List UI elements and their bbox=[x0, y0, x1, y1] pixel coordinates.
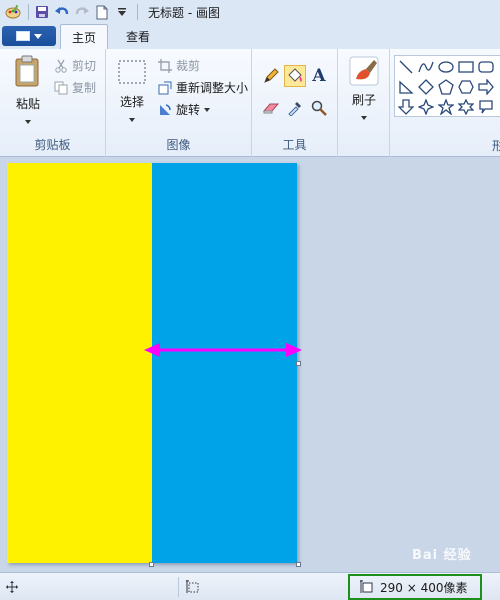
file-menu-button[interactable] bbox=[2, 26, 56, 46]
callout-shape-icon[interactable] bbox=[477, 98, 495, 116]
five-point-star-shape-icon[interactable] bbox=[437, 98, 455, 116]
chevron-down-icon bbox=[361, 116, 367, 120]
status-bar: 290 × 400像素 bbox=[0, 572, 500, 600]
magnifier-tool-button[interactable] bbox=[308, 97, 330, 119]
shapes-gallery bbox=[394, 55, 500, 117]
cut-label: 剪切 bbox=[72, 59, 97, 73]
selection-rectangle-icon bbox=[118, 60, 146, 84]
four-point-star-shape-icon[interactable] bbox=[417, 98, 435, 116]
resize-handle-right[interactable] bbox=[296, 361, 301, 366]
status-separator bbox=[178, 577, 179, 597]
canvas-workspace[interactable] bbox=[0, 157, 500, 572]
eyedropper-icon bbox=[288, 102, 301, 116]
separator bbox=[28, 4, 29, 20]
canvas-size-icon bbox=[360, 580, 373, 593]
copy-icon bbox=[54, 81, 68, 94]
separator bbox=[137, 4, 138, 20]
brushes-group: 刷子 bbox=[338, 49, 390, 157]
paste-button[interactable]: 粘贴 bbox=[10, 55, 46, 124]
eraser-icon bbox=[262, 103, 280, 114]
text-tool-button[interactable]: A bbox=[308, 65, 330, 87]
clipboard-icon bbox=[15, 55, 39, 87]
ribbon: 粘贴 剪切 复制 剪贴板 选择 裁剪 重新调整大小 旋转 图像 A 工具 刷子 … bbox=[0, 49, 500, 157]
crop-icon bbox=[158, 58, 172, 73]
six-point-star-shape-icon[interactable] bbox=[457, 98, 475, 116]
file-menu-icon bbox=[16, 31, 30, 41]
select-label: 选择 bbox=[119, 95, 144, 109]
brushes-button[interactable]: 刷子 bbox=[346, 55, 382, 120]
crop-label: 裁剪 bbox=[176, 59, 201, 73]
diamond-shape-icon[interactable] bbox=[417, 78, 435, 96]
clipboard-group-label: 剪贴板 bbox=[34, 138, 71, 152]
pentagon-shape-icon[interactable] bbox=[437, 78, 455, 96]
drawing-canvas[interactable] bbox=[7, 163, 302, 563]
chevron-down-icon bbox=[204, 107, 211, 112]
rotate-label: 旋转 bbox=[176, 103, 201, 117]
rotate-icon bbox=[160, 103, 171, 115]
down-arrow-shape-icon[interactable] bbox=[397, 98, 415, 116]
fill-tool-button[interactable] bbox=[284, 65, 306, 87]
polygon-shape-icon[interactable] bbox=[397, 78, 415, 96]
undo-icon[interactable] bbox=[53, 3, 71, 21]
rotate-button[interactable]: 旋转 bbox=[158, 101, 211, 118]
tools-group: A 工具 bbox=[252, 49, 338, 157]
hexagon-shape-icon[interactable] bbox=[457, 78, 475, 96]
cut-button[interactable]: 剪切 bbox=[54, 57, 96, 74]
chevron-down-icon bbox=[25, 120, 31, 124]
tools-group-label: 工具 bbox=[282, 138, 307, 152]
canvas-size-cell: 290 × 400像素 bbox=[348, 574, 482, 600]
chevron-down-icon bbox=[34, 33, 42, 39]
blue-region bbox=[152, 163, 297, 563]
copy-button[interactable]: 复制 bbox=[54, 79, 96, 96]
brush-icon bbox=[349, 56, 379, 86]
window-title: 无标题 - 画图 bbox=[148, 5, 220, 20]
resize-button[interactable]: 重新调整大小 bbox=[158, 79, 248, 96]
brushes-label: 刷子 bbox=[351, 93, 376, 107]
shapes-group-label: 形 bbox=[492, 139, 500, 153]
new-document-icon[interactable] bbox=[93, 3, 111, 21]
ribbon-tab-row: 主页 查看 bbox=[0, 24, 500, 49]
canvas-size-text: 290 × 400像素 bbox=[380, 580, 468, 595]
crosshair-icon bbox=[6, 580, 18, 593]
paint-bucket-icon bbox=[288, 68, 302, 82]
save-icon[interactable] bbox=[33, 3, 51, 21]
scissors-icon bbox=[55, 59, 67, 73]
redo-icon[interactable] bbox=[73, 3, 91, 21]
customize-toolbar-icon[interactable] bbox=[113, 3, 131, 21]
eraser-tool-button[interactable] bbox=[260, 97, 282, 119]
pencil-icon bbox=[264, 68, 279, 83]
double-arrow-annotation bbox=[144, 343, 302, 357]
cursor-position-cell bbox=[6, 573, 18, 600]
image-group-label: 图像 bbox=[166, 138, 191, 152]
paint-app-icon[interactable] bbox=[4, 3, 22, 21]
crop-button[interactable]: 裁剪 bbox=[158, 57, 200, 74]
pencil-tool-button[interactable] bbox=[260, 65, 282, 87]
oval-shape-icon[interactable] bbox=[437, 58, 455, 76]
line-shape-icon[interactable] bbox=[397, 58, 415, 76]
clipboard-group: 粘贴 剪切 复制 剪贴板 bbox=[0, 49, 106, 157]
resize-label: 重新调整大小 bbox=[176, 81, 249, 95]
selection-size-cell bbox=[186, 573, 200, 600]
resize-icon bbox=[158, 81, 172, 94]
watermark: Bai 经验 bbox=[412, 548, 472, 563]
right-arrow-shape-icon[interactable] bbox=[477, 78, 495, 96]
tab-home[interactable]: 主页 bbox=[60, 24, 108, 49]
selection-size-icon bbox=[186, 579, 199, 593]
image-group: 选择 裁剪 重新调整大小 旋转 图像 bbox=[106, 49, 252, 157]
copy-label: 复制 bbox=[72, 81, 97, 95]
color-picker-tool-button[interactable] bbox=[284, 97, 306, 119]
title-bar: 无标题 - 画图 bbox=[0, 0, 500, 24]
resize-handle-corner[interactable] bbox=[296, 562, 301, 567]
select-button[interactable]: 选择 bbox=[114, 59, 150, 122]
tab-view[interactable]: 查看 bbox=[114, 24, 162, 49]
curve-shape-icon[interactable] bbox=[417, 58, 435, 76]
chevron-down-icon bbox=[129, 118, 135, 122]
resize-handle-bottom[interactable] bbox=[149, 562, 154, 567]
paste-label: 粘贴 bbox=[15, 97, 40, 111]
rounded-rectangle-shape-icon[interactable] bbox=[477, 58, 495, 76]
yellow-region bbox=[7, 163, 152, 563]
magnifier-icon bbox=[311, 100, 327, 116]
rectangle-shape-icon[interactable] bbox=[457, 58, 475, 76]
